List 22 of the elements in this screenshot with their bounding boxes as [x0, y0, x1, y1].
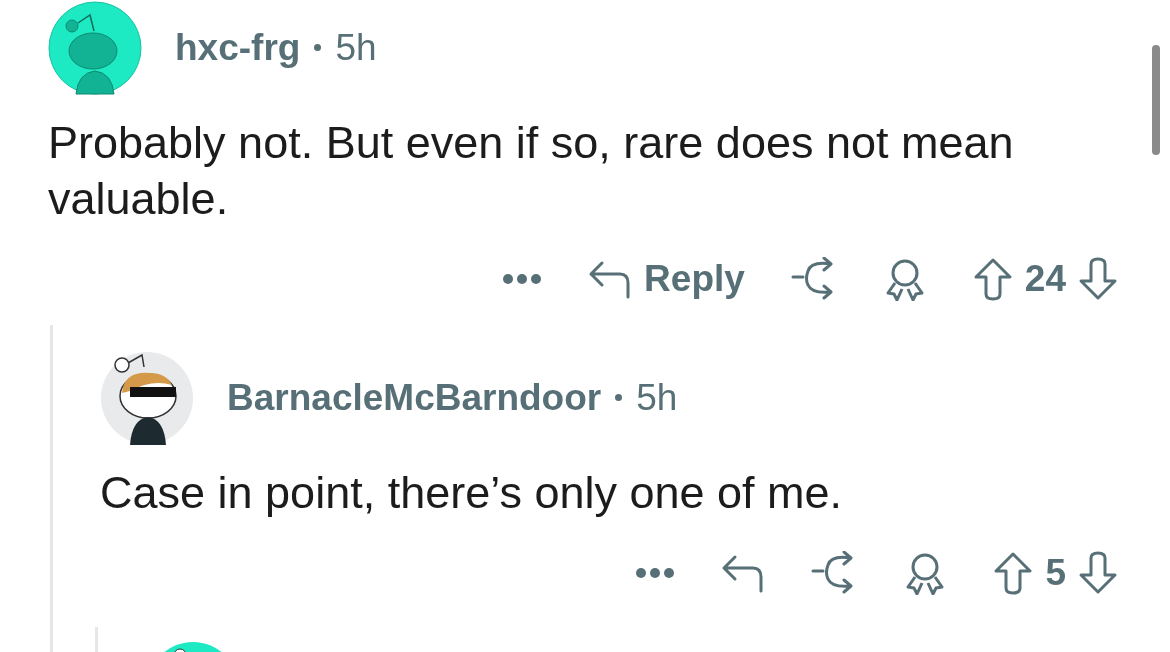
separator-dot [314, 44, 322, 51]
comment-text: Probably not. But even if so, rare does not mean valuable. [48, 116, 1015, 226]
upvote-button[interactable] [972, 257, 1013, 301]
separator-dot [615, 394, 623, 401]
vote-score: 5 [1045, 552, 1066, 594]
scrollbar[interactable] [1152, 45, 1160, 155]
downvote-button[interactable] [1078, 257, 1118, 301]
downvote-button[interactable] [1078, 551, 1118, 595]
vote-score: 24 [1024, 258, 1066, 300]
upvote-button[interactable] [993, 551, 1034, 595]
more-button[interactable] [635, 567, 676, 579]
comment-time: 5h [335, 26, 377, 69]
comment-text: Case in point, there’s only one of me. [100, 466, 844, 520]
reply-icon [721, 553, 766, 593]
avatar-icon[interactable] [100, 350, 194, 445]
username[interactable]: BarnacleMcBarndoor [227, 376, 602, 419]
username[interactable]: hxc-frg [175, 26, 301, 69]
reply-icon [588, 259, 633, 299]
reply-button[interactable]: Reply [588, 258, 745, 300]
comment-time: 5h [636, 376, 678, 419]
reply-button[interactable] [721, 553, 766, 593]
more-button[interactable] [502, 273, 543, 285]
